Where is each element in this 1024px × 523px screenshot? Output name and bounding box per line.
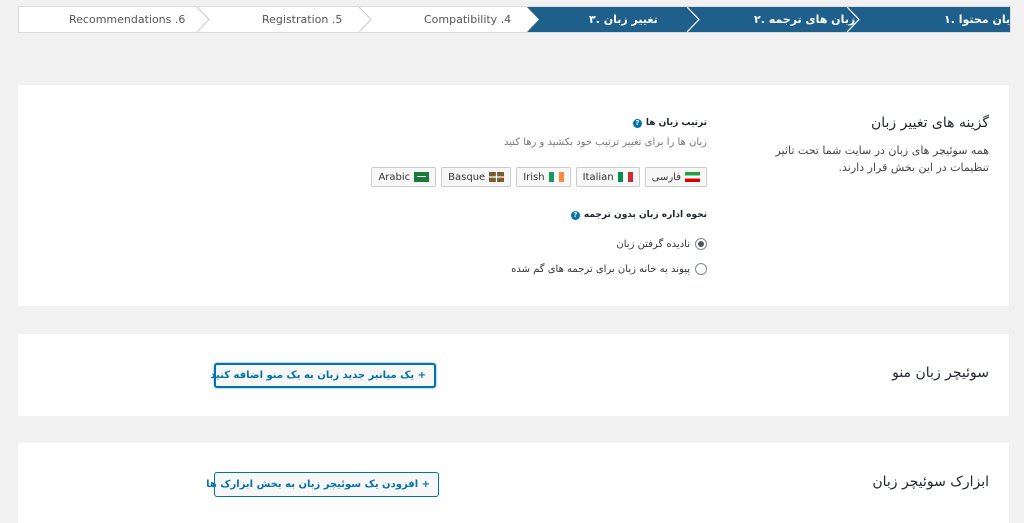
- language-order-list: Arabic Basque Irish Italian فارسی: [371, 167, 707, 187]
- section-title: گزینه های تغییر زبان: [870, 115, 989, 131]
- wizard-step-translation-languages[interactable]: ۲. زبان های ترجمه: [754, 7, 855, 32]
- add-widget-switcher-button[interactable]: + افزودن یک سوئیچر زبان به بخش ابزارک ها: [206, 472, 439, 497]
- radio-label: پیوند به خانه زبان برای ترجمه های گم شده: [511, 263, 690, 275]
- section-title: ابزارک سوئیچر زبان: [872, 474, 989, 490]
- menu-language-switcher-panel: سوئیچر زبان منو + یک میانبر جدید زبان به…: [18, 334, 1009, 416]
- language-chip-label: فارسی: [651, 171, 681, 183]
- language-chip-label: Irish: [523, 171, 545, 183]
- radio-button[interactable]: [695, 263, 707, 275]
- step-divider: [196, 7, 210, 32]
- basque-flag-icon: [489, 172, 505, 182]
- section-title: سوئیچر زبان منو: [892, 365, 989, 381]
- language-order-label: ترتیب زبان ها: [645, 118, 707, 128]
- untranslated-handling-label: نحوه اداره زبان بدون ترجمه: [583, 210, 707, 220]
- wizard-step-compatibility: Compatibility .4: [424, 13, 512, 26]
- radio-label: نادیده گرفتن زبان: [616, 238, 690, 250]
- language-chip-irish[interactable]: Irish: [516, 167, 571, 187]
- language-order-title: ترتیب زبان ها ?: [632, 118, 707, 128]
- ireland-flag-icon: [548, 172, 564, 182]
- language-chip-basque[interactable]: Basque: [441, 167, 512, 187]
- language-chip-farsi[interactable]: فارسی: [644, 167, 707, 187]
- radio-link-to-home[interactable]: پیوند به خانه زبان برای ترجمه های گم شده: [511, 263, 707, 275]
- radio-button-checked[interactable]: [695, 238, 707, 250]
- saudi-flag-icon: [414, 172, 430, 182]
- wizard-step-language-switcher[interactable]: ۳. تغییر زبان: [589, 7, 658, 32]
- widget-language-switcher-panel: ابزارک سوئیچر زبان + افزودن یک سوئیچر زب…: [18, 443, 1009, 523]
- wizard-step-registration: Registration .5: [262, 13, 343, 26]
- wizard-step-recommendations: Recommendations .6: [69, 13, 186, 26]
- language-chip-label: Italian: [582, 171, 614, 183]
- help-icon[interactable]: ?: [570, 210, 580, 220]
- add-menu-switcher-button[interactable]: + یک میانبر جدید زبان به یک منو اضافه کن…: [210, 363, 436, 388]
- language-chip-label: Arabic: [378, 171, 411, 183]
- help-icon[interactable]: ?: [632, 118, 642, 128]
- language-chip-arabic[interactable]: Arabic: [371, 167, 437, 187]
- language-order-hint: زبان ها را برای تغییر ترتیب خود بکشید و …: [503, 137, 707, 148]
- radio-skip-language[interactable]: نادیده گرفتن زبان: [616, 238, 707, 250]
- language-chip-label: Basque: [448, 171, 486, 183]
- language-chip-italian[interactable]: Italian: [575, 167, 640, 187]
- untranslated-handling-title: نحوه اداره زبان بدون ترجمه ?: [570, 210, 707, 220]
- step-divider: [358, 7, 372, 32]
- wizard-step-content-language[interactable]: ۱. زبان محتوا: [944, 7, 1010, 32]
- language-switcher-options-panel: گزینه های تغییر زبان همه سوئیچر های زبان…: [18, 85, 1009, 306]
- section-description: همه سوئیچر های زبان در سایت شما تحت تاثی…: [775, 144, 989, 174]
- italy-flag-icon: [617, 172, 633, 182]
- wizard-steps: ۱. زبان محتوا ۲. زبان های ترجمه ۳. تغییر…: [18, 6, 1011, 33]
- iran-flag-icon: [685, 172, 700, 182]
